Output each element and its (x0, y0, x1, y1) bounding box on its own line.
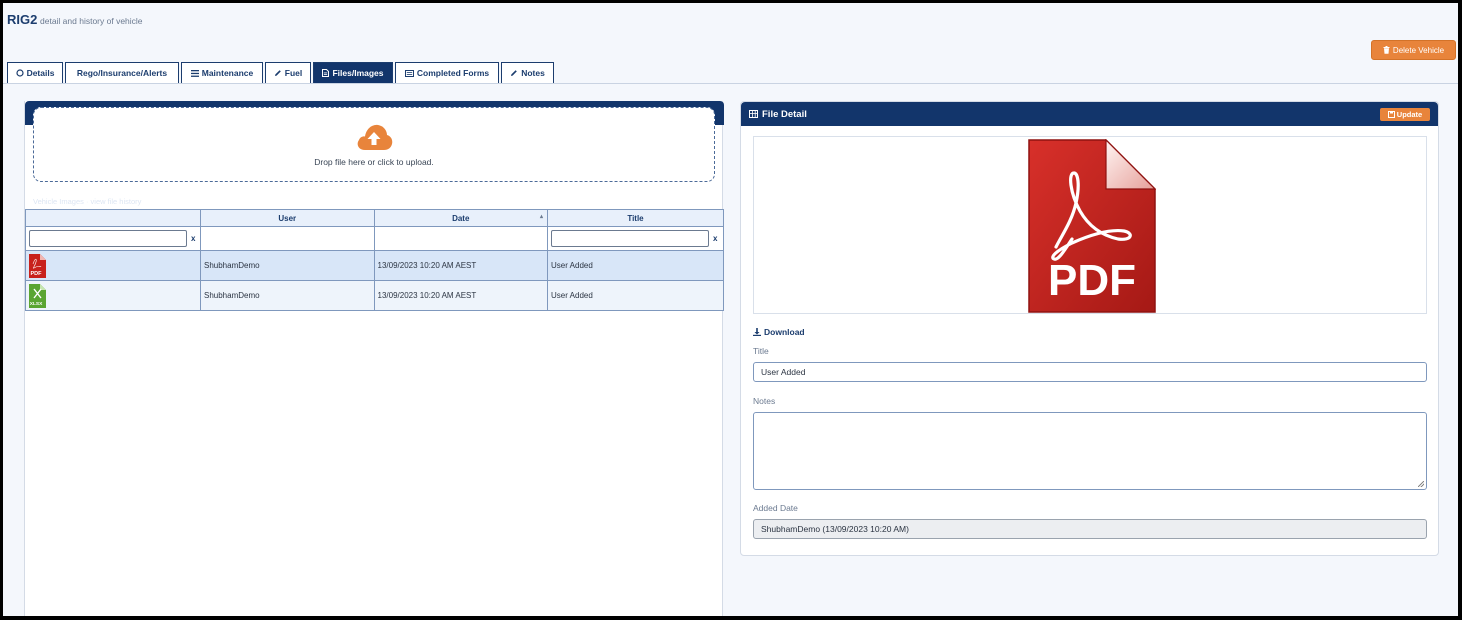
update-label: Update (1396, 110, 1423, 119)
filter-input-title[interactable] (550, 230, 709, 247)
filter-input-file[interactable] (29, 230, 187, 247)
user-cell: ShubhamDemo (199, 280, 375, 311)
file-type-cell: XLSX (25, 280, 201, 311)
faint-caption: Vehicle Images · view file history (33, 197, 142, 206)
view-file-history-link[interactable]: view file history (91, 197, 142, 206)
delete-vehicle-label: Delete Vehicle (1392, 45, 1445, 55)
filter-clear-button[interactable]: x (713, 234, 717, 243)
filter-cell-icon: x (25, 226, 201, 251)
user-cell: ShubhamDemo (199, 250, 375, 281)
save-icon (1387, 111, 1395, 118)
resize-grip-icon[interactable] (1418, 481, 1424, 487)
tab-maintenance[interactable]: Maintenance (181, 62, 263, 84)
title-cell: User Added (546, 280, 725, 311)
column-header-user[interactable]: User (199, 209, 375, 227)
delete-vehicle-button[interactable]: Delete Vehicle (1371, 40, 1456, 60)
download-link[interactable]: Download (753, 327, 805, 337)
pencil-icon (274, 70, 281, 76)
notes-field-label: Notes (753, 396, 776, 406)
faint-caption-title: Vehicle Images (33, 197, 84, 206)
title-field-label: Title (753, 346, 769, 356)
circle-icon (15, 69, 24, 77)
download-label: Download (764, 327, 805, 337)
file-preview: PDF (753, 136, 1427, 314)
list-icon (190, 69, 199, 77)
filter-clear-button[interactable]: x (191, 234, 195, 243)
pdf-file-icon: PDF (29, 253, 46, 278)
table-row[interactable]: PDF ShubhamDemo 13/09/2023 10:20 AM AEST… (25, 250, 725, 281)
upload-dropzone[interactable]: Drop file here or click to upload. (33, 107, 715, 182)
file-type-cell: PDF (25, 250, 201, 281)
pdf-document-icon: PDF (1028, 139, 1156, 313)
column-header-title[interactable]: Title (546, 209, 725, 227)
added-date-label: Added Date (753, 503, 798, 513)
app-frame: RIG2 detail and history of vehicle Delet… (3, 3, 1458, 616)
update-button[interactable]: Update (1380, 108, 1430, 121)
tab-notes[interactable]: Notes (501, 62, 554, 84)
added-date-field: ShubhamDemo (13/09/2023 10:20 AM) (753, 519, 1427, 539)
table-row[interactable]: XLSX ShubhamDemo 13/09/2023 10:20 AM AES… (25, 280, 725, 311)
page-subtitle: detail and history of vehicle (40, 16, 143, 26)
xlsx-icon-label: XLSX (30, 301, 43, 307)
pdf-icon-label: PDF (31, 271, 43, 277)
upload-hint: Drop file here or click to upload. (314, 156, 434, 167)
download-icon (753, 328, 761, 336)
title-field[interactable]: User Added (753, 362, 1427, 382)
date-cell: 13/09/2023 10:20 AM AEST (373, 250, 548, 281)
table-header-row: User Date ▴ Title (25, 209, 725, 227)
file-detail-title: File Detail (762, 108, 807, 120)
tabs-divider (3, 83, 1458, 84)
files-table: User Date ▴ Title x x PDF ShubhamDemo 13… (25, 209, 725, 311)
tab-label: Files/Images (332, 68, 384, 78)
page-title: RIG2 (7, 12, 38, 27)
tab-fuel[interactable]: Fuel (265, 62, 311, 84)
filter-cell-date (373, 226, 548, 251)
tab-details[interactable]: Details (7, 62, 63, 84)
file-icon (322, 69, 330, 77)
date-cell: 13/09/2023 10:20 AM AEST (373, 280, 548, 311)
cloud-upload-icon (357, 124, 393, 150)
file-detail-header: File Detail Update (741, 102, 1438, 126)
tab-label: Fuel (284, 68, 303, 78)
column-header-icon (25, 209, 201, 227)
pencil-icon (511, 70, 517, 76)
tab-bar: Details Rego/Insurance/Alerts Maintenanc… (7, 62, 554, 84)
tab-rego-insurance-alerts[interactable]: Rego/Insurance/Alerts (65, 62, 179, 84)
trash-icon (1383, 46, 1390, 54)
tab-label: Completed Forms (416, 68, 490, 78)
card-icon (404, 69, 414, 77)
title-cell: User Added (546, 250, 725, 281)
tab-label: Maintenance (201, 68, 254, 78)
tab-files-images[interactable]: Files/Images (313, 62, 393, 84)
tab-label: Rego/Insurance/Alerts (76, 68, 168, 78)
table-icon (749, 110, 758, 118)
pdf-preview-label: PDF (1048, 256, 1136, 305)
files-panel: Drop file here or click to upload. Vehic… (24, 101, 725, 616)
column-header-date-label: Date (452, 213, 470, 223)
tab-completed-forms[interactable]: Completed Forms (395, 62, 499, 84)
tab-label: Details (26, 68, 55, 78)
xlsx-file-icon: XLSX (29, 283, 46, 308)
filter-cell-user (199, 226, 375, 251)
file-detail-panel: File Detail Update PDF Download Title Us… (740, 101, 1439, 556)
filter-cell-title: x (546, 226, 725, 251)
filter-row: x x (25, 226, 725, 251)
tab-label: Notes (521, 68, 545, 78)
sort-caret-icon: ▴ (539, 214, 543, 220)
notes-textarea[interactable] (753, 412, 1427, 490)
column-header-date[interactable]: Date ▴ (373, 209, 548, 227)
